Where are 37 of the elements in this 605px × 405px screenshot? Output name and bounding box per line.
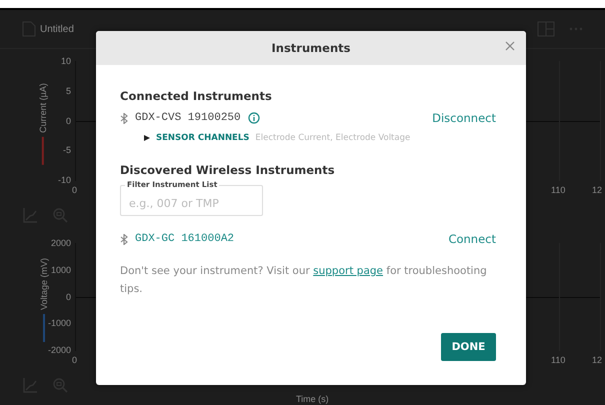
channel-list: Electrode Current, Electrode Voltage [255, 133, 410, 143]
bluetooth-icon [120, 234, 128, 244]
y-tick-label: 1000 [50, 266, 71, 275]
y-tick-label: -10 [58, 176, 71, 185]
dialog-title: Instruments [272, 41, 350, 55]
y-axis-label: Current (µA) [38, 83, 48, 133]
x-tick-label: 12 [592, 355, 602, 365]
x-tick-label: 12 [592, 185, 602, 195]
done-button[interactable]: DONE [441, 333, 496, 361]
x-tick-label: 0 [72, 185, 78, 195]
x-tick-label: 110 [551, 355, 566, 365]
close-icon[interactable] [504, 40, 516, 52]
y-tick-label: 2000 [50, 239, 71, 248]
y-tick-label: 0 [66, 292, 71, 302]
y-tick-label: -5 [62, 146, 71, 156]
disconnect-link[interactable]: Disconnect [432, 111, 496, 125]
instrument-name: GDX-CVS 19100250 [135, 112, 241, 124]
support-link[interactable]: support page [313, 265, 384, 277]
bluetooth-icon [120, 112, 128, 124]
y-tick-label: -1000 [48, 319, 71, 328]
section-heading: Discovered Wireless Instruments [120, 163, 336, 177]
y-axis-label: Voltage (mV) [39, 258, 50, 310]
expand-triangle-icon[interactable] [144, 135, 150, 141]
y-tick-label: 5 [66, 86, 71, 96]
x-tick-label: 110 [551, 185, 566, 195]
connect-link[interactable]: Connect [448, 232, 496, 246]
help-text: Don't see your instrument? Visit our support page for troubleshooting tips. [120, 264, 488, 297]
sensor-channels-toggle[interactable]: SENSOR CHANNELS [156, 133, 250, 143]
y-tick-label: 0 [66, 116, 71, 126]
section-heading: Connected Instruments [120, 89, 273, 103]
x-axis-label: Time (s) [296, 394, 329, 404]
document-title: Untitled [40, 24, 74, 34]
y-tick-label: 10 [60, 57, 71, 66]
instrument-name: GDX-GC 161000A2 [135, 233, 234, 245]
x-tick-label: 0 [72, 355, 78, 365]
info-icon[interactable] [248, 112, 260, 124]
y-tick-label: -2000 [48, 346, 71, 355]
